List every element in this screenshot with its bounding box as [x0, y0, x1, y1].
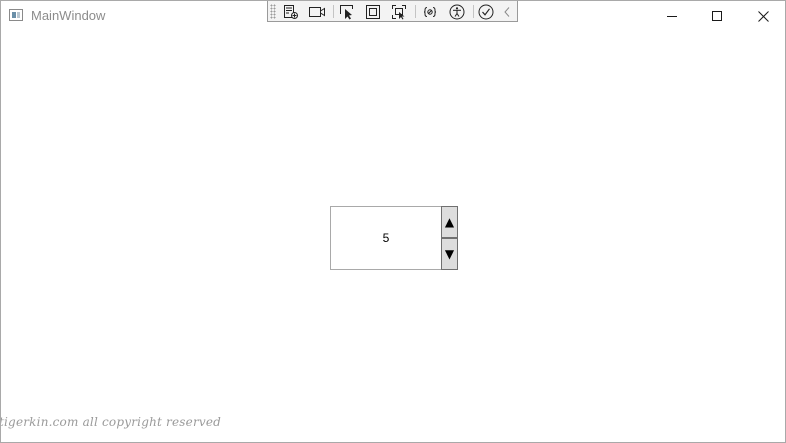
binding-failures-button[interactable]: [419, 2, 441, 21]
toolbar-separator: [415, 5, 416, 18]
app-window-icon: [9, 9, 23, 21]
track-focused-element-button[interactable]: [388, 2, 410, 21]
maximize-button[interactable]: [694, 1, 740, 31]
video-camera-icon: [309, 6, 325, 17]
toolbar-separator: [333, 5, 334, 18]
spinner-value: 5: [382, 231, 390, 245]
select-element-button[interactable]: [336, 2, 358, 21]
collapse-toolbar-button[interactable]: [499, 2, 515, 21]
toolbar-grip[interactable]: [270, 4, 276, 19]
copyright-watermark: tigerkin.com all copyright reserved: [0, 415, 222, 429]
display-layout-adorners-button[interactable]: [362, 2, 384, 21]
up-arrow-icon: ▲: [444, 215, 455, 229]
window-title: MainWindow: [31, 8, 106, 23]
binding-failures-icon: [423, 6, 437, 17]
close-button[interactable]: [740, 1, 785, 31]
checkmark-icon: [478, 4, 494, 19]
live-visual-tree-icon: [284, 4, 298, 19]
toolbar-separator: [473, 5, 474, 18]
main-window: MainWindow 5 ▲ ▼ tigerkin.com all copyri…: [0, 0, 786, 443]
select-element-icon: [340, 4, 353, 19]
close-icon: [757, 10, 769, 22]
collapse-chevron-icon: [504, 6, 510, 17]
maximize-icon: [712, 11, 722, 21]
decrement-button[interactable]: ▼: [441, 238, 458, 270]
increment-button[interactable]: ▲: [441, 206, 458, 238]
display-layout-adorners-icon: [366, 4, 380, 19]
live-visual-tree-button[interactable]: [280, 2, 302, 21]
accessibility-checker-button[interactable]: [446, 2, 468, 21]
track-focused-element-icon: [392, 4, 406, 19]
check-button[interactable]: [475, 2, 497, 21]
down-arrow-icon: ▼: [444, 247, 455, 261]
record-video-button[interactable]: [306, 2, 328, 21]
numeric-spinner: 5 ▲ ▼: [330, 206, 458, 270]
spinner-value-display[interactable]: 5: [330, 206, 442, 270]
minimize-icon: [667, 16, 677, 17]
accessibility-icon: [449, 4, 465, 19]
runtime-dev-toolbar: [267, 1, 518, 22]
minimize-button[interactable]: [649, 1, 695, 31]
